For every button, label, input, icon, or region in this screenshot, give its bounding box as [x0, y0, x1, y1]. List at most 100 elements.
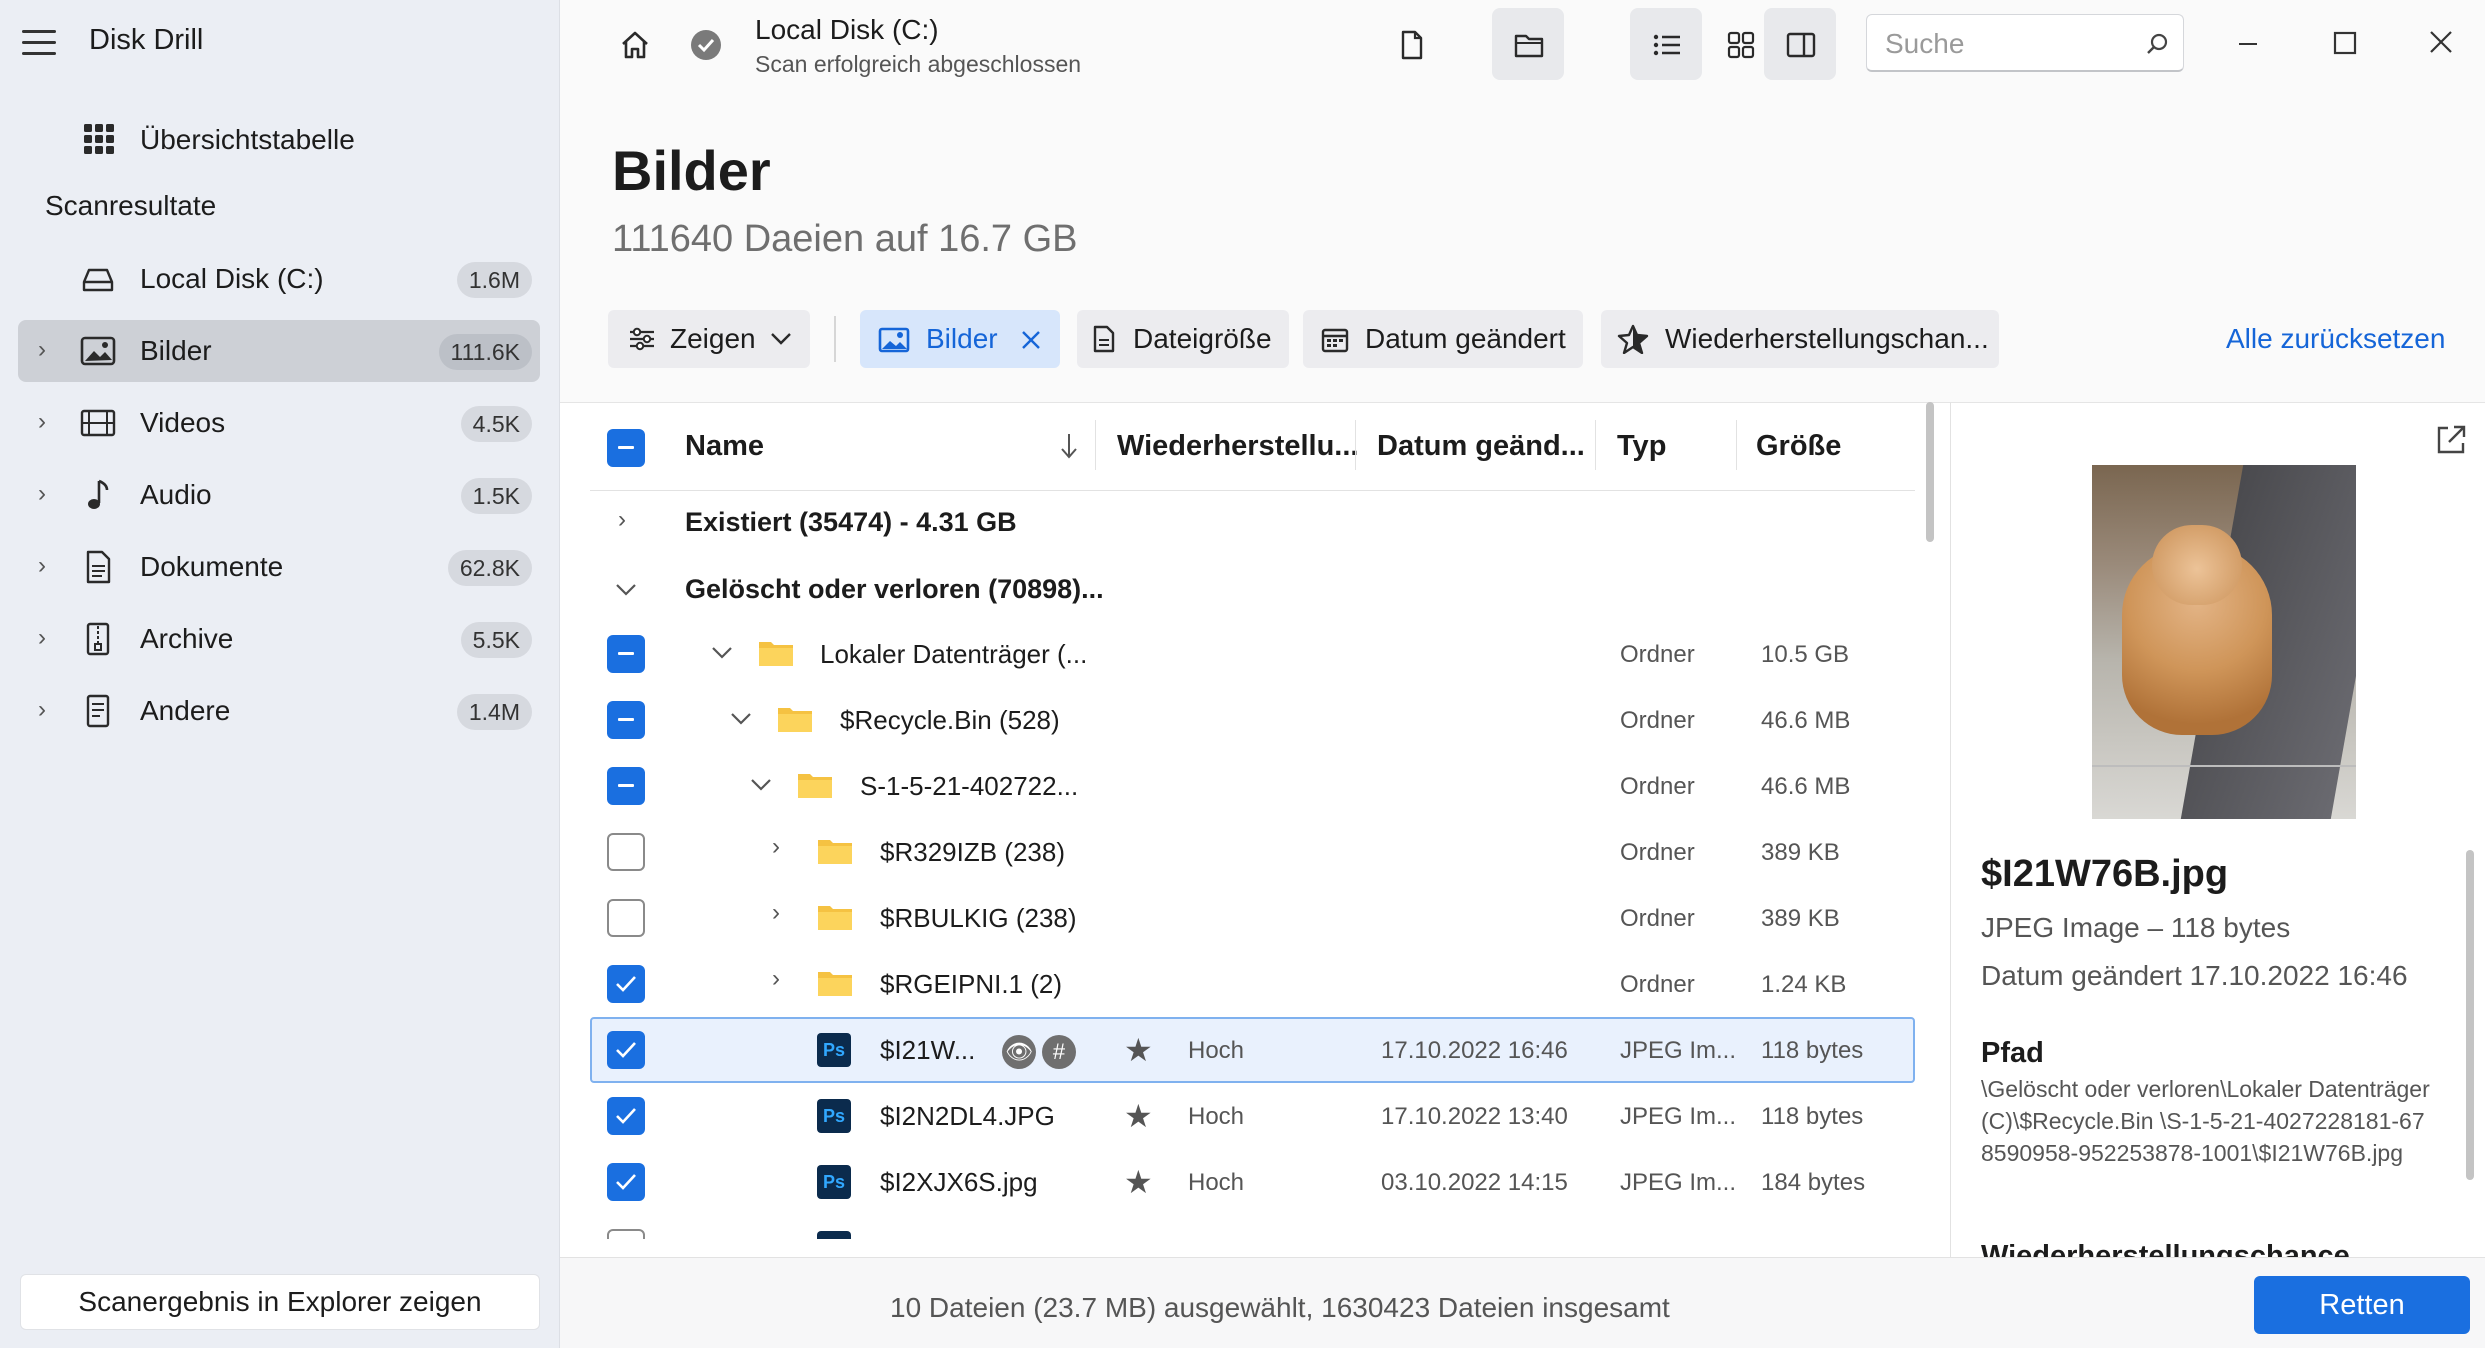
chevron-right-icon[interactable]: ›	[772, 833, 780, 861]
chevron-right-icon[interactable]: ›	[38, 698, 62, 722]
other-file-icon	[86, 694, 110, 728]
sort-down-icon[interactable]	[1058, 432, 1080, 460]
close-window-button[interactable]	[2416, 20, 2466, 66]
file-size: 389 KB	[1761, 839, 1840, 866]
recover-button[interactable]: Retten	[2254, 1276, 2470, 1334]
chevron-right-icon[interactable]: ›	[38, 410, 62, 434]
chevron-down-icon[interactable]	[614, 582, 638, 598]
table-row[interactable]: › $RBULKIG (238) Ordner 389 KB	[590, 885, 1915, 951]
reset-all-link[interactable]: Alle zurücksetzen	[2226, 323, 2445, 355]
selection-status: 10 Dateien (23.7 MB) ausgewählt, 1630423…	[890, 1292, 1670, 1323]
sidebar-item-other[interactable]: › Andere 1.4M	[18, 680, 540, 742]
row-checkbox[interactable]	[607, 1163, 645, 1201]
file-size: 46.6 MB	[1761, 773, 1851, 800]
chevron-right-icon[interactable]: ›	[772, 965, 780, 993]
show-filter-dropdown[interactable]: Zeigen	[608, 310, 810, 368]
row-checkbox[interactable]	[607, 1031, 645, 1069]
images-filter-chip[interactable]: Bilder	[860, 310, 1060, 368]
search-icon[interactable]	[2145, 32, 2169, 56]
file-type: JPEG Im...	[1620, 1037, 1737, 1064]
preview-scrollbar[interactable]	[2466, 850, 2474, 1180]
preview-path-heading: Pfad	[1981, 1037, 2044, 1069]
sidebar-item-images[interactable]: › Bilder 111.6K	[18, 320, 540, 382]
chevron-down-icon[interactable]	[730, 712, 752, 726]
hamburger-menu-icon[interactable]	[22, 30, 56, 56]
recovery-chance: Hoch	[1188, 1169, 1245, 1196]
column-divider[interactable]	[1595, 420, 1596, 470]
file-type: Ordner	[1620, 707, 1695, 734]
column-divider[interactable]	[1736, 420, 1737, 470]
file-name: $I2XJX6S.jpg	[880, 1167, 1038, 1197]
table-row-selected[interactable]: Ps $I21W... 👁 # ★ Hoch 17.10.2022 16:46 …	[590, 1017, 1915, 1083]
home-button[interactable]	[598, 8, 670, 80]
chevron-right-icon[interactable]: ›	[38, 626, 62, 650]
table-row[interactable]: › $RGEIPNI.1 (2) Ordner 1.24 KB	[590, 951, 1915, 1017]
count-badge: 62.8K	[447, 550, 532, 586]
sidebar-item-local-disk[interactable]: Local Disk (C:) 1.6M	[18, 248, 540, 310]
table-row[interactable]: S-1-5-21-402722... Ordner 46.6 MB	[590, 753, 1915, 819]
hash-icon[interactable]: #	[1042, 1035, 1076, 1069]
column-header-recovery[interactable]: Wiederherstellu...	[1117, 430, 1358, 463]
table-row[interactable]: › $R329IZB (238) Ordner 389 KB	[590, 819, 1915, 885]
row-checkbox[interactable]	[607, 833, 645, 871]
recovery-chance-filter-chip[interactable]: Wiederherstellungschan...	[1601, 310, 1999, 368]
column-header-name[interactable]: Name	[685, 430, 764, 463]
size-filter-chip[interactable]: Dateigröße	[1077, 310, 1289, 368]
list-view-button[interactable]	[1630, 8, 1702, 80]
row-checkbox[interactable]	[607, 767, 645, 805]
sidebar-item-videos[interactable]: › Videos 4.5K	[18, 392, 540, 454]
list-scrollbar[interactable]	[1926, 402, 1934, 542]
row-checkbox[interactable]	[607, 965, 645, 1003]
sidebar-item-archive[interactable]: › Archive 5.5K	[18, 608, 540, 670]
group-deleted[interactable]: Gelöscht oder verloren (70898)...	[685, 574, 1104, 605]
file-view-button[interactable]	[1376, 8, 1448, 80]
chevron-right-icon[interactable]: ›	[618, 506, 626, 534]
date-filter-chip[interactable]: Datum geändert	[1303, 310, 1583, 368]
sidebar-item-label: Audio	[140, 479, 212, 510]
filter-label: Bilder	[926, 323, 998, 354]
image-preview-thumbnail[interactable]	[2092, 465, 2356, 819]
chevron-down-icon[interactable]	[750, 778, 772, 792]
chevron-right-icon[interactable]: ›	[38, 482, 62, 506]
show-in-explorer-button[interactable]: Scanergebnis in Explorer zeigen	[20, 1274, 540, 1330]
row-checkbox[interactable]	[607, 701, 645, 739]
search-input[interactable]	[1885, 27, 2125, 61]
preview-panel-toggle[interactable]	[1764, 8, 1836, 80]
column-header-size[interactable]: Größe	[1756, 430, 1841, 463]
table-row[interactable]: $Recycle.Bin (528) Ordner 46.6 MB	[590, 687, 1915, 753]
chevron-down-icon[interactable]	[711, 646, 733, 660]
minimize-button[interactable]	[2223, 20, 2273, 66]
table-row[interactable]: Ps $I2N2DL4.JPG ★ Hoch 17.10.2022 13:40 …	[590, 1083, 1915, 1149]
maximize-button[interactable]	[2320, 20, 2370, 66]
column-header-type[interactable]: Typ	[1617, 430, 1666, 463]
column-divider[interactable]	[1095, 420, 1096, 470]
column-header-date[interactable]: Datum geänd...	[1377, 430, 1585, 463]
row-checkbox[interactable]	[607, 1229, 645, 1239]
chevron-right-icon[interactable]: ›	[772, 899, 780, 927]
sidebar-item-audio[interactable]: › Audio 1.5K	[18, 464, 540, 526]
column-divider[interactable]	[1355, 420, 1356, 470]
top-bar: Local Disk (C:) Scan erfolgreich abgesch…	[560, 0, 2485, 88]
close-icon[interactable]	[1020, 329, 1042, 351]
table-row-partial[interactable]	[590, 1229, 1915, 1239]
page-title: Bilder	[612, 139, 771, 202]
checkmark-icon	[616, 1042, 636, 1058]
count-badge: 111.6K	[438, 334, 532, 370]
select-all-checkbox[interactable]	[607, 429, 645, 467]
row-checkbox[interactable]	[607, 635, 645, 673]
recovery-chance: Hoch	[1188, 1103, 1245, 1130]
table-row[interactable]: Ps $I2XJX6S.jpg ★ Hoch 03.10.2022 14:15 …	[590, 1149, 1915, 1215]
open-external-icon[interactable]	[2434, 423, 2468, 457]
row-checkbox[interactable]	[607, 899, 645, 937]
eye-preview-icon[interactable]: 👁	[1002, 1035, 1036, 1069]
folder-view-button[interactable]	[1492, 8, 1564, 80]
search-box[interactable]	[1866, 14, 2184, 72]
chevron-right-icon[interactable]: ›	[38, 554, 62, 578]
count-badge: 1.6M	[456, 262, 532, 298]
row-checkbox[interactable]	[607, 1097, 645, 1135]
group-existing[interactable]: Existiert (35474) - 4.31 GB	[685, 507, 1017, 538]
table-row[interactable]: Lokaler Datenträger (... Ordner 10.5 GB	[590, 621, 1915, 687]
chevron-right-icon[interactable]: ›	[38, 338, 62, 362]
sidebar-item-overview[interactable]: Übersichtstabelle	[0, 110, 560, 168]
sidebar-item-documents[interactable]: › Dokumente 62.8K	[18, 536, 540, 598]
